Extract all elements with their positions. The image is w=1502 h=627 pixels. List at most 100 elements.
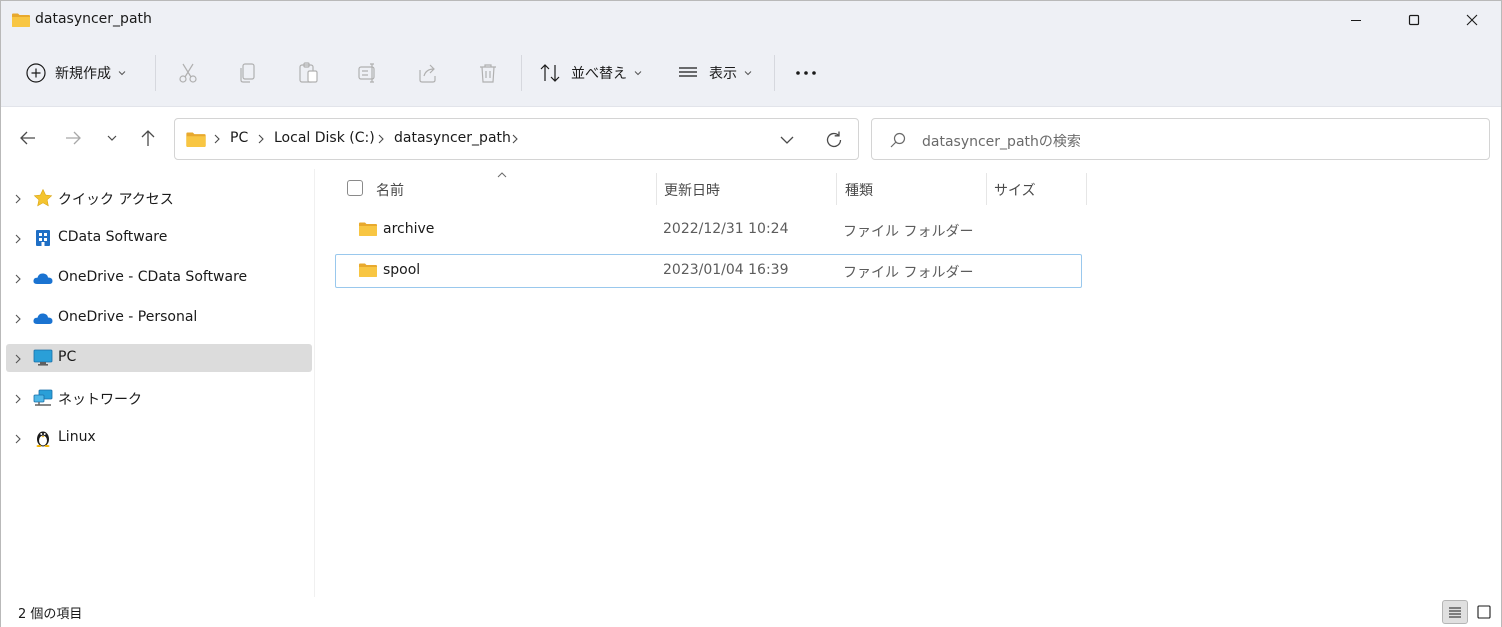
minimize-button[interactable] bbox=[1327, 1, 1385, 39]
chevron-right-icon[interactable] bbox=[14, 353, 22, 365]
sidebar-item-onedrive-personal[interactable]: OneDrive - Personal bbox=[6, 304, 312, 332]
folder-icon bbox=[186, 132, 206, 147]
arrow-left-icon bbox=[20, 131, 35, 145]
sidebar-item-network[interactable]: ネットワーク bbox=[6, 384, 312, 412]
copy-icon[interactable] bbox=[236, 61, 260, 85]
chevron-right-icon[interactable] bbox=[14, 433, 22, 445]
close-button[interactable] bbox=[1443, 1, 1501, 39]
star-icon bbox=[33, 189, 53, 207]
sidebar-item-pc[interactable]: PC bbox=[6, 344, 312, 372]
navigation-pane: クイック アクセス CData Software OneDrive - CDat… bbox=[1, 169, 315, 597]
minimize-icon bbox=[1351, 20, 1361, 21]
chevron-right-icon bbox=[512, 134, 518, 144]
column-divider[interactable] bbox=[656, 173, 657, 205]
view-list-icon bbox=[679, 67, 697, 77]
sort-button[interactable]: 並べ替え bbox=[539, 53, 643, 93]
tiles-view-icon bbox=[1477, 605, 1491, 619]
toolbar-divider bbox=[155, 55, 156, 91]
share-icon[interactable] bbox=[416, 61, 440, 85]
file-row[interactable]: archive 2022/12/31 10:24 ファイル フォルダー bbox=[335, 213, 1082, 247]
sidebar-item-label: Linux bbox=[58, 429, 96, 445]
chevron-right-icon bbox=[378, 134, 384, 144]
chevron-right-icon[interactable] bbox=[14, 193, 22, 205]
sidebar-item-quick-access[interactable]: クイック アクセス bbox=[6, 184, 312, 212]
folder-icon bbox=[359, 263, 377, 277]
maximize-icon bbox=[1408, 14, 1420, 26]
sidebar-item-label: OneDrive - CData Software bbox=[58, 269, 248, 285]
sidebar-item-label: PC bbox=[58, 349, 77, 365]
chevron-right-icon[interactable] bbox=[14, 393, 22, 405]
more-options-icon[interactable] bbox=[793, 61, 819, 85]
column-divider[interactable] bbox=[986, 173, 987, 205]
chevron-right-icon bbox=[258, 134, 264, 144]
chevron-down-icon bbox=[634, 71, 642, 76]
sidebar-item-linux[interactable]: Linux bbox=[6, 424, 312, 452]
column-header-name[interactable]: 名前 bbox=[376, 180, 404, 216]
new-button-label: 新規作成 bbox=[55, 66, 111, 82]
paste-icon[interactable] bbox=[296, 61, 320, 85]
refresh-icon[interactable] bbox=[824, 130, 844, 150]
arrow-right-icon bbox=[66, 131, 81, 145]
file-name: spool bbox=[383, 262, 421, 278]
maximize-button[interactable] bbox=[1385, 1, 1443, 39]
tiles-view-button[interactable] bbox=[1471, 600, 1497, 624]
select-all-checkbox[interactable] bbox=[347, 180, 363, 196]
column-divider[interactable] bbox=[836, 173, 837, 205]
chevron-down-icon bbox=[107, 135, 117, 141]
details-view-icon bbox=[1449, 607, 1461, 618]
arrow-up-icon bbox=[141, 130, 155, 146]
view-button[interactable]: 表示 bbox=[677, 53, 753, 93]
file-row[interactable]: spool 2023/01/04 16:39 ファイル フォルダー bbox=[335, 254, 1082, 288]
sort-button-label: 並べ替え bbox=[571, 66, 627, 82]
chevron-down-icon bbox=[744, 71, 752, 76]
status-bar: 2 個の項目 bbox=[1, 597, 1501, 627]
delete-icon[interactable] bbox=[476, 61, 500, 85]
folder-icon bbox=[359, 222, 377, 236]
folder-icon bbox=[12, 13, 30, 27]
chevron-right-icon bbox=[214, 134, 220, 144]
command-bar: 新規作成 並べ替え 表示 bbox=[1, 39, 1501, 107]
breadcrumb-current-folder[interactable]: datasyncer_path bbox=[394, 130, 511, 146]
chevron-down-icon[interactable] bbox=[779, 134, 795, 146]
column-divider[interactable] bbox=[1086, 173, 1087, 205]
breadcrumb-local-disk[interactable]: Local Disk (C:) bbox=[274, 130, 375, 146]
search-placeholder: datasyncer_pathの検索 bbox=[922, 134, 1081, 150]
toolbar-divider bbox=[521, 55, 522, 91]
close-icon bbox=[1466, 14, 1478, 26]
column-header-date[interactable]: 更新日時 bbox=[664, 180, 720, 216]
sort-icon bbox=[540, 64, 560, 82]
item-count: 2 個の項目 bbox=[18, 607, 83, 622]
address-bar[interactable]: PC Local Disk (C:) datasyncer_path bbox=[174, 118, 859, 160]
back-button[interactable] bbox=[15, 125, 41, 151]
column-header-type[interactable]: 種類 bbox=[845, 180, 873, 216]
file-date: 2022/12/31 10:24 bbox=[663, 221, 789, 237]
column-header-size[interactable]: サイズ bbox=[994, 180, 1036, 216]
recent-locations-button[interactable] bbox=[99, 125, 125, 151]
sidebar-item-label: クイック アクセス bbox=[58, 192, 174, 208]
chevron-right-icon[interactable] bbox=[14, 273, 22, 285]
chevron-right-icon[interactable] bbox=[14, 233, 22, 245]
cloud-icon bbox=[33, 313, 53, 324]
title-bar[interactable]: datasyncer_path bbox=[1, 1, 1501, 39]
chevron-down-icon bbox=[118, 71, 126, 76]
new-button[interactable]: 新規作成 bbox=[25, 53, 127, 93]
cut-icon[interactable] bbox=[176, 61, 200, 85]
sidebar-item-onedrive-cdata[interactable]: OneDrive - CData Software bbox=[6, 264, 312, 292]
file-type: ファイル フォルダー bbox=[843, 265, 974, 281]
view-button-label: 表示 bbox=[709, 66, 737, 82]
details-view-button[interactable] bbox=[1442, 600, 1468, 624]
search-input[interactable]: datasyncer_pathの検索 bbox=[871, 118, 1490, 160]
search-icon bbox=[890, 132, 906, 148]
sidebar-item-cdata-software[interactable]: CData Software bbox=[6, 224, 312, 252]
file-name: archive bbox=[383, 221, 435, 237]
rename-icon[interactable] bbox=[356, 61, 380, 85]
sidebar-item-label: OneDrive - Personal bbox=[58, 309, 198, 325]
chevron-right-icon[interactable] bbox=[14, 313, 22, 325]
penguin-icon bbox=[36, 431, 50, 447]
up-button[interactable] bbox=[135, 125, 161, 151]
forward-button[interactable] bbox=[60, 125, 86, 151]
breadcrumb-pc[interactable]: PC bbox=[230, 130, 248, 146]
plus-circle-icon bbox=[26, 63, 46, 83]
address-row: PC Local Disk (C:) datasyncer_path datas… bbox=[1, 107, 1501, 169]
sort-ascending-icon bbox=[497, 172, 507, 178]
